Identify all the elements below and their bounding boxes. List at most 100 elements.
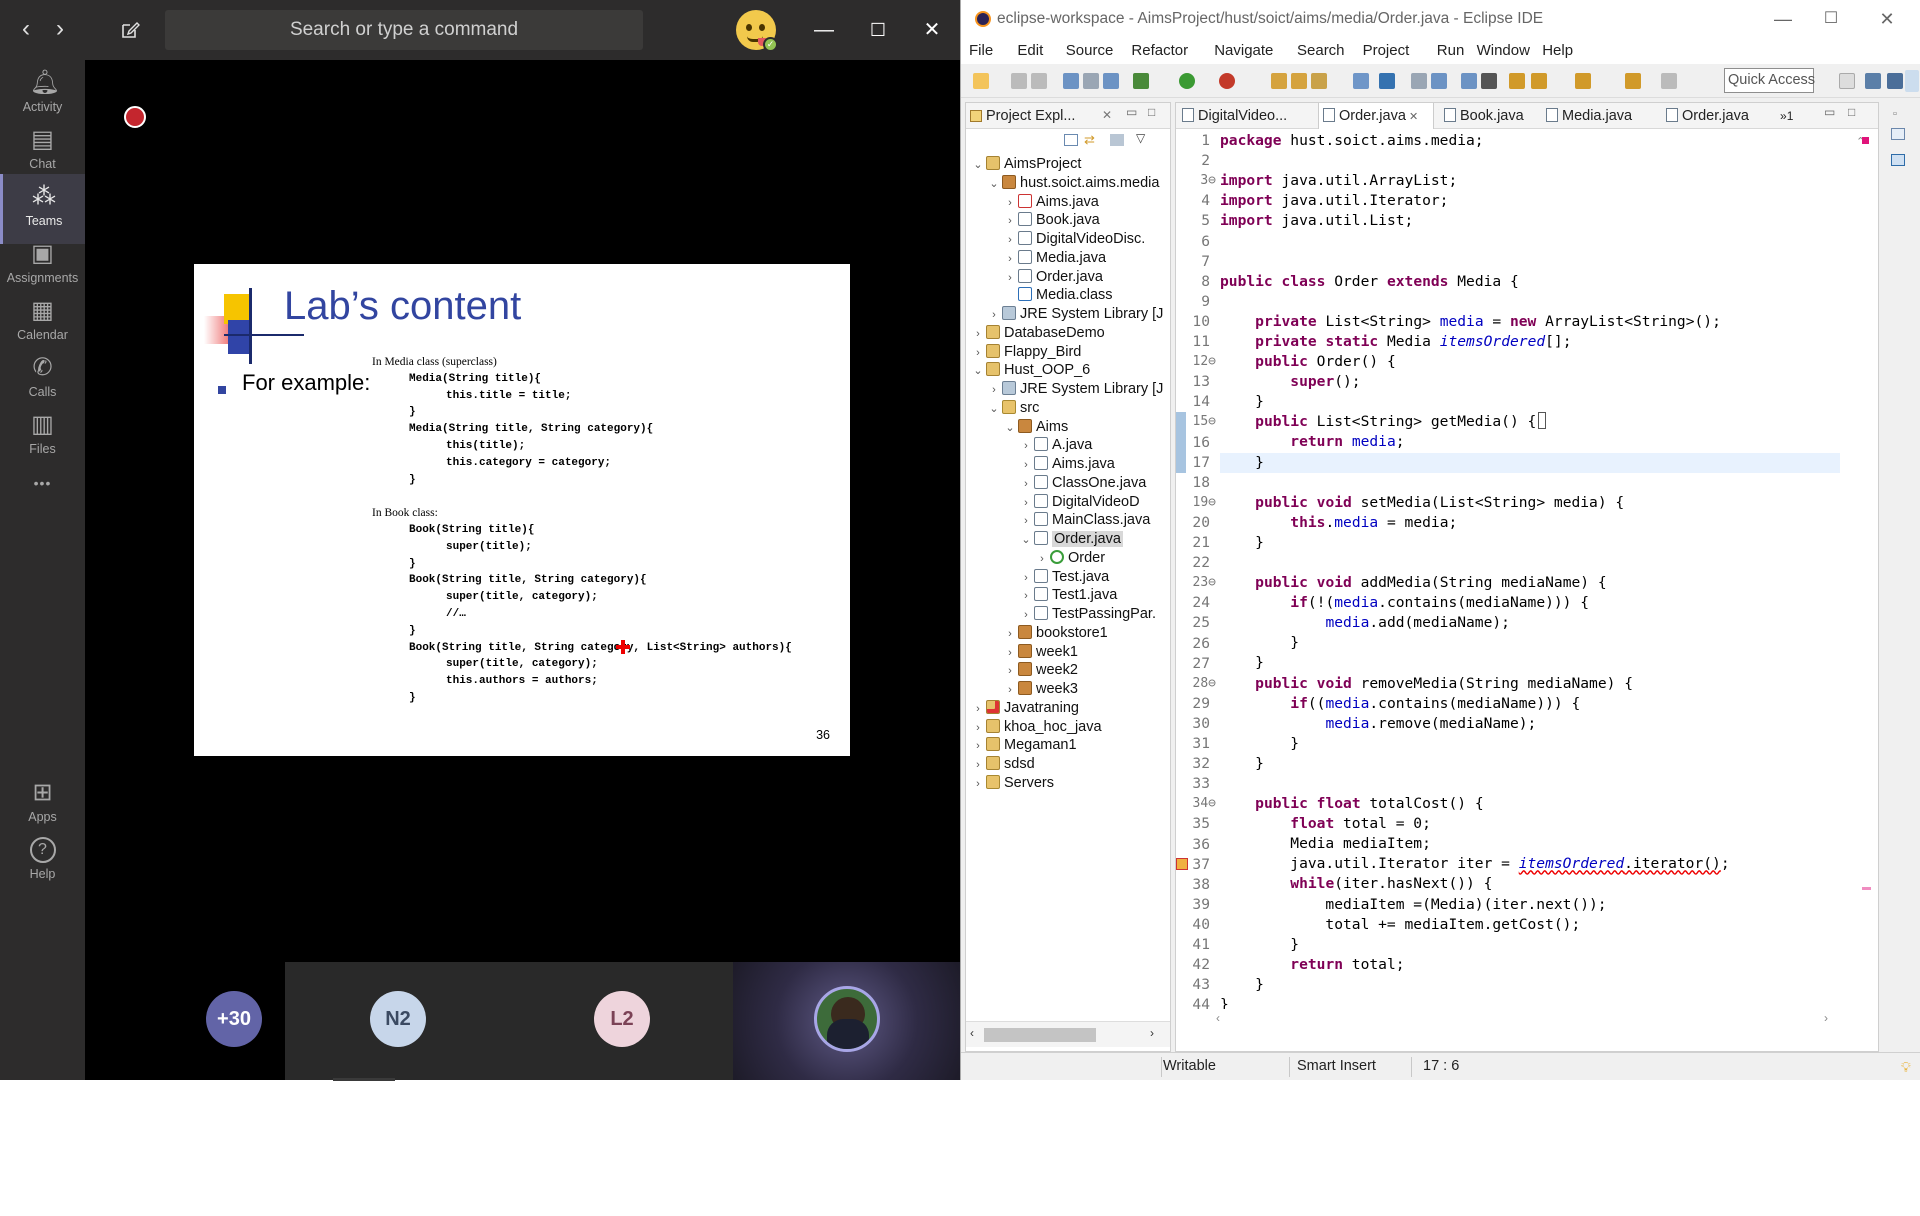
code-line[interactable]	[1220, 292, 1840, 312]
code-line[interactable]: public void addMedia(String mediaName) {	[1220, 573, 1840, 593]
expanded-chevron-icon[interactable]: ⌄	[970, 360, 986, 382]
code-line[interactable]	[1220, 473, 1840, 493]
code-line[interactable]	[1220, 252, 1840, 272]
toolbar-button-icon[interactable]	[1179, 73, 1195, 89]
code-line[interactable]: return total;	[1220, 955, 1840, 975]
code-line[interactable]: while(iter.hasNext()) {	[1220, 874, 1840, 894]
code-line[interactable]: package hust.soict.aims.media;	[1220, 131, 1840, 151]
close-icon[interactable]: ✕	[1865, 6, 1909, 32]
view-menu-icon[interactable]: ▽	[1136, 131, 1145, 145]
menu-source[interactable]: Source	[1066, 42, 1114, 59]
toolbar-button-icon[interactable]	[1661, 73, 1677, 89]
toolbar-button-icon[interactable]	[1291, 73, 1307, 89]
toolbar-button-icon[interactable]	[1011, 73, 1027, 89]
editor-tab[interactable]: Book.java	[1440, 103, 1536, 129]
toolbar-button-icon[interactable]	[1461, 73, 1477, 89]
minimize-icon[interactable]: ▭	[1126, 105, 1137, 119]
toolbar-button-icon[interactable]	[1481, 73, 1497, 89]
code-line[interactable]	[1220, 774, 1840, 794]
error-overview-marker[interactable]	[1862, 137, 1869, 144]
editor-tab[interactable]: Media.java	[1542, 103, 1654, 129]
collapsed-chevron-icon[interactable]: ›	[970, 773, 986, 795]
code-line[interactable]: public void setMedia(List<String> media)…	[1220, 493, 1840, 513]
editor-tab[interactable]: Order.java	[1662, 103, 1774, 129]
link-editor-icon[interactable]: ⇄	[1084, 133, 1098, 147]
toolbar-button-icon[interactable]	[1353, 73, 1369, 89]
scroll-left-icon[interactable]: ‹	[1216, 1011, 1220, 1025]
expanded-chevron-icon[interactable]: ⌄	[986, 173, 1002, 195]
code-line[interactable]	[1220, 231, 1840, 251]
code-text[interactable]: package hust.soict.aims.media; import jav…	[1220, 131, 1840, 1009]
expanded-chevron-icon[interactable]: ⌄	[986, 398, 1002, 420]
code-line[interactable]: public void removeMedia(String mediaName…	[1220, 674, 1840, 694]
rail-item-more[interactable]: •••	[0, 460, 85, 530]
menu-file[interactable]: File	[969, 42, 993, 59]
code-line[interactable]: if(!(media.contains(mediaName))) {	[1220, 593, 1840, 613]
code-line[interactable]: public Order() {	[1220, 352, 1840, 372]
task-list-icon[interactable]	[1891, 154, 1905, 166]
quick-access-input[interactable]: Quick Access	[1724, 68, 1815, 93]
maximize-icon[interactable]: ☐	[860, 14, 896, 46]
search-input[interactable]: Search or type a command	[165, 10, 643, 50]
toolbar-button-icon[interactable]	[1219, 73, 1235, 89]
participant-tile[interactable]: N2	[285, 962, 509, 1080]
code-line[interactable]: public float totalCost() {	[1220, 794, 1840, 814]
scroll-right-icon[interactable]: ›	[1824, 1011, 1828, 1025]
toolbar-button-icon[interactable]	[1271, 73, 1287, 89]
expanded-chevron-icon[interactable]: ⌄	[970, 154, 986, 176]
toolbar-button-icon[interactable]	[1509, 73, 1525, 89]
code-line[interactable]: this.media = media;	[1220, 513, 1840, 533]
code-line[interactable]: media.add(mediaName);	[1220, 613, 1840, 633]
toolbar-button-icon[interactable]	[973, 73, 989, 89]
code-line[interactable]: }	[1220, 734, 1840, 754]
code-line[interactable]: }	[1220, 453, 1840, 473]
menu-search[interactable]: Search	[1297, 42, 1345, 59]
toolbar-button-icon[interactable]	[1531, 73, 1547, 89]
code-line[interactable]: return media;	[1220, 432, 1840, 452]
editor-tab[interactable]: DigitalVideo...	[1178, 103, 1314, 129]
toolbar-button-icon[interactable]	[1133, 73, 1149, 89]
code-line[interactable]	[1220, 553, 1840, 573]
back-icon[interactable]: ‹	[10, 14, 42, 46]
error-annotation-marker[interactable]	[1862, 887, 1871, 890]
code-line[interactable]: Media mediaItem;	[1220, 834, 1840, 854]
editor-horizontal-scrollbar[interactable]: ‹ ›	[1176, 1009, 1878, 1029]
close-icon[interactable]: ✕	[1406, 111, 1418, 123]
code-line[interactable]: import java.util.Iterator;	[1220, 191, 1840, 211]
menu-window[interactable]: Window	[1477, 42, 1530, 59]
participant-tile[interactable]: +30	[85, 962, 285, 1080]
outline-view-icon[interactable]	[1891, 128, 1905, 140]
code-line[interactable]: }	[1220, 653, 1840, 673]
minimize-icon[interactable]: ▭	[1824, 105, 1835, 119]
project-explorer-tab[interactable]: Project Expl... ✕ ▭ □	[966, 103, 1170, 129]
maximize-icon[interactable]: □	[1148, 105, 1155, 119]
code-line[interactable]: }	[1220, 935, 1840, 955]
participant-tile[interactable]: L2	[509, 962, 733, 1080]
collapse-all-icon[interactable]	[1064, 134, 1078, 146]
toolbar-button-icon[interactable]	[1103, 73, 1119, 89]
participant-tile-speaking[interactable]	[733, 962, 960, 1080]
maximize-icon[interactable]: □	[1848, 105, 1855, 119]
menu-run[interactable]: Run	[1437, 42, 1465, 59]
java-perspective-icon[interactable]	[1887, 73, 1903, 89]
rail-item-help[interactable]: ? Help	[0, 827, 85, 897]
code-line[interactable]: media.remove(mediaName);	[1220, 714, 1840, 734]
code-line[interactable]: if((media.contains(mediaName))) {	[1220, 694, 1840, 714]
code-line[interactable]: public List<String> getMedia() {	[1220, 412, 1840, 432]
code-line[interactable]: private static Media itemsOrdered[];	[1220, 332, 1840, 352]
code-line[interactable]: mediaItem =(Media)(iter.next());	[1220, 895, 1840, 915]
toolbar-button-icon[interactable]	[1379, 73, 1395, 89]
code-line[interactable]	[1220, 151, 1840, 171]
code-line[interactable]: import java.util.ArrayList;	[1220, 171, 1840, 191]
menu-refactor[interactable]: Refactor	[1131, 42, 1188, 59]
toolbar-button-icon[interactable]	[1063, 73, 1079, 89]
explorer-horizontal-scrollbar[interactable]: ‹ ›	[966, 1021, 1170, 1047]
toolbar-button-icon[interactable]	[1431, 73, 1447, 89]
tab-overflow[interactable]: »1	[1776, 103, 1793, 129]
scrollbar-thumb[interactable]	[984, 1028, 1096, 1042]
close-icon[interactable]: ✕	[914, 14, 950, 46]
error-warning-icon[interactable]	[1176, 857, 1188, 870]
code-line[interactable]: java.util.Iterator iter = itemsOrdered.i…	[1220, 854, 1840, 874]
compose-icon[interactable]	[114, 14, 146, 46]
minimize-icon[interactable]: —	[806, 14, 842, 46]
